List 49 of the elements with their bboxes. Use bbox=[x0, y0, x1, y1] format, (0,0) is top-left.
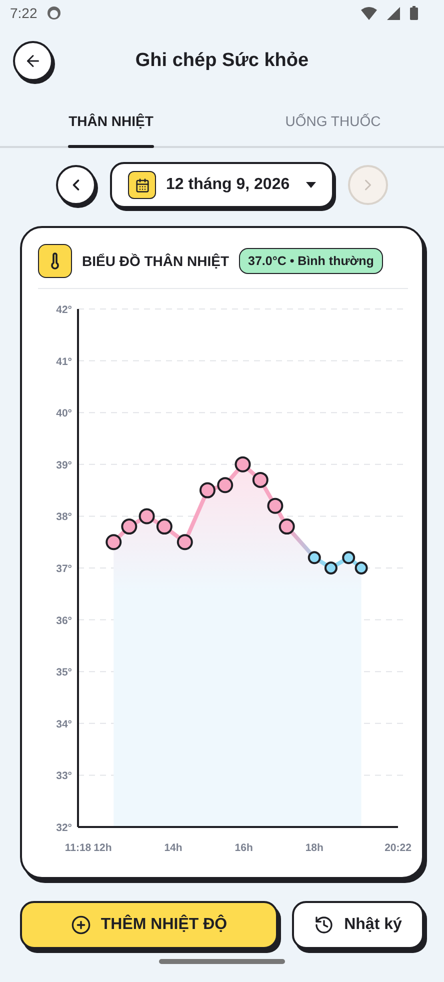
x-axis-label: 18h bbox=[305, 842, 324, 854]
page-title: Ghi chép Sức khỏe bbox=[134, 50, 310, 72]
data-point bbox=[267, 498, 284, 514]
y-axis-label: 35° bbox=[56, 666, 72, 679]
y-axis-label: 38° bbox=[56, 511, 72, 524]
battery-icon bbox=[410, 6, 418, 20]
thermometer-icon bbox=[38, 244, 72, 278]
tab[interactable]: UỐNG THUỐC bbox=[222, 96, 444, 146]
y-axis-label: 33° bbox=[56, 770, 72, 782]
y-axis-label: 39° bbox=[56, 459, 72, 472]
y-axis-label: 37° bbox=[56, 563, 72, 575]
x-axis-label: 16h bbox=[234, 842, 253, 854]
chart-title: BIỂU ĐỒ THÂN NHIỆT bbox=[82, 253, 229, 269]
status-time: 7:22 bbox=[10, 5, 38, 21]
x-axis-label: 12h bbox=[94, 842, 112, 854]
y-axis-label: 42° bbox=[56, 304, 72, 316]
caret-icon bbox=[306, 182, 316, 188]
data-point bbox=[106, 534, 122, 550]
data-point bbox=[342, 551, 356, 564]
y-axis-label: 40° bbox=[56, 408, 72, 420]
tab[interactable]: THÂN NHIỆT bbox=[0, 96, 222, 146]
x-axis-label: 14h bbox=[164, 842, 182, 854]
y-axis-label: 32° bbox=[56, 822, 72, 834]
data-point bbox=[252, 472, 268, 488]
y-axis-label: 36° bbox=[56, 614, 72, 627]
date-picker[interactable]: 12 tháng 9, 2026 bbox=[110, 162, 334, 208]
data-point bbox=[138, 508, 155, 524]
signal-icon bbox=[387, 6, 400, 20]
plus-icon bbox=[70, 915, 91, 935]
data-point bbox=[308, 551, 321, 564]
y-axis-label: 41° bbox=[56, 356, 72, 368]
history-icon bbox=[314, 915, 334, 935]
back-button[interactable] bbox=[13, 41, 53, 81]
data-point bbox=[234, 456, 251, 472]
status-badge: 37.0°C • Bình thường bbox=[239, 248, 383, 274]
data-point bbox=[199, 482, 216, 498]
data-point bbox=[121, 518, 138, 535]
data-point bbox=[324, 562, 338, 574]
x-axis-label: 20:22 bbox=[384, 842, 412, 854]
calendar-icon bbox=[128, 171, 156, 199]
x-axis-label: 11:18 bbox=[64, 842, 92, 854]
data-point bbox=[217, 477, 234, 494]
y-axis-label: 34° bbox=[56, 718, 72, 730]
data-point bbox=[354, 562, 368, 574]
data-point bbox=[278, 518, 295, 535]
previous-day-button[interactable] bbox=[56, 165, 96, 205]
wifi-icon bbox=[361, 6, 377, 20]
data-point bbox=[176, 534, 193, 550]
data-point bbox=[156, 518, 172, 535]
